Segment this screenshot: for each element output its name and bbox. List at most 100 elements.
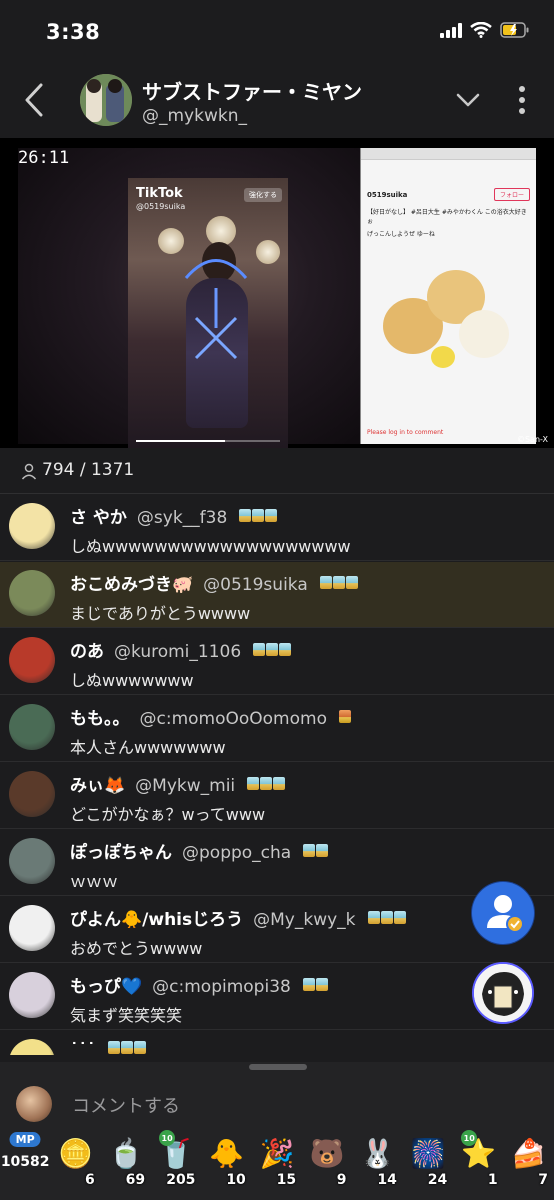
chevron-left-icon xyxy=(25,83,43,117)
gift-item[interactable]: 🍰 7 xyxy=(504,1124,554,1200)
status-bar: 3:38 xyxy=(0,0,554,64)
rank-token-icon xyxy=(380,911,393,924)
gift-item[interactable]: 🪙 6 xyxy=(50,1124,100,1200)
tiktok-follow: 強化する xyxy=(244,188,282,202)
follow-fab-button[interactable] xyxy=(472,882,534,944)
rabbit-icon: 🐰 xyxy=(360,1137,396,1170)
commenter-line: おこめみづき🐖 @0519suika xyxy=(70,570,359,595)
commenter-name[interactable]: のあ xyxy=(70,642,104,662)
browser-tabbar xyxy=(361,148,536,160)
comment-row[interactable]: さ やか @syk__f38 しぬwwwwwwwwwwwwwwwwwww xyxy=(0,495,554,561)
browser-user: 0519suika xyxy=(367,190,408,199)
back-button[interactable] xyxy=(14,78,54,122)
bonus-badge-icon: 10 xyxy=(159,1130,176,1146)
guest-avatar-button[interactable] xyxy=(472,962,534,1024)
commenter-line: ˙˙˙ xyxy=(70,1039,147,1055)
status-time: 3:38 xyxy=(46,20,101,44)
comment-row[interactable]: みぃ🦊 @Mykw_mii どこがかなぁ？wってwww xyxy=(0,763,554,829)
comment-list[interactable]: さ やか @syk__f38 しぬwwwwwwwwwwwwwwwwwww おこめみづき… xyxy=(0,495,554,1055)
commenter-avatar[interactable] xyxy=(9,838,55,884)
commenter-name[interactable]: ぴよん🐥/whisじろう xyxy=(70,910,243,930)
browser-content: 0519suika フォロー 【好日がなし】 #呂日大生 #みやかわくん この浴… xyxy=(361,160,536,242)
rank-token-icon xyxy=(133,1041,146,1054)
comment-input[interactable]: コメントする xyxy=(72,1092,180,1118)
browser-login-prompt: Please log in to comment xyxy=(367,429,444,436)
commenter-name[interactable]: みぃ🦊 xyxy=(70,776,125,796)
browser-sound: げっこんしようぜ ゆーね xyxy=(367,231,435,238)
gift-count: 10 xyxy=(226,1172,246,1188)
mp-counter[interactable]: MP 10582 xyxy=(0,1124,50,1200)
expand-button[interactable] xyxy=(452,84,484,116)
tiktok-video-frame: TikTok @0519suika 強化する xyxy=(128,178,288,448)
commenter-name[interactable]: おこめみづき🐖 xyxy=(70,575,193,595)
status-icons xyxy=(440,22,530,38)
commenter-name[interactable]: ˙˙˙ xyxy=(70,1040,96,1055)
comment-row[interactable]: もも。。 @c:momoOoOomomo 本人さんwwwwwww xyxy=(0,696,554,762)
commenter-line: もっぴ💙 @c:mopimopi38 xyxy=(70,972,329,997)
commenter-handle: @syk__f38 xyxy=(136,508,228,528)
battery-icon xyxy=(500,22,529,38)
gift-item[interactable]: 🎆 24 xyxy=(403,1124,453,1200)
rank-token-icon xyxy=(338,710,351,723)
commenter-name[interactable]: ぽっぽちゃん xyxy=(70,843,172,863)
gift-item[interactable]: 🐥 10 xyxy=(201,1124,251,1200)
commenter-name[interactable]: もも。。 xyxy=(70,709,130,729)
commenter-name[interactable]: もっぴ💙 xyxy=(70,977,142,997)
rank-token-icon xyxy=(332,576,345,589)
rank-token-icon xyxy=(315,978,328,991)
commenter-line: みぃ🦊 @Mykw_mii xyxy=(70,771,286,796)
rank-token-icon xyxy=(260,777,273,790)
commenter-handle: @My_kwy_k xyxy=(253,910,356,930)
gift-count: 24 xyxy=(427,1172,448,1188)
rank-badge xyxy=(253,641,292,661)
commenter-avatar[interactable] xyxy=(9,771,55,817)
rank-token-icon xyxy=(265,509,278,522)
comment-row[interactable]: のあ @kuromi_1106 しぬwwwwwww xyxy=(0,629,554,695)
party-popper-icon: 🎉 xyxy=(259,1137,295,1170)
chick-icon: 🐥 xyxy=(209,1137,245,1170)
commenter-avatar[interactable] xyxy=(9,637,55,683)
gift-item[interactable]: 🍵 69 xyxy=(101,1124,151,1200)
rank-token-icon xyxy=(273,777,286,790)
commenter-avatar[interactable] xyxy=(9,905,55,951)
comment-row[interactable]: ぴよん🐥/whisじろう @My_kwy_k おめでとうwwww xyxy=(0,897,554,963)
video-timestamp: 26:11 xyxy=(18,148,70,168)
gift-item[interactable]: 🐰 14 xyxy=(353,1124,403,1200)
browser-capture: 0519suika フォロー 【好日がなし】 #呂日大生 #みやかわくん この浴… xyxy=(360,148,536,444)
commenter-avatar[interactable] xyxy=(9,704,55,750)
mp-count: 10582 xyxy=(0,1154,50,1170)
comment-text: しぬwwwwwww xyxy=(70,671,194,690)
commenter-handle: @poppo_cha xyxy=(182,843,292,863)
rank-token-icon xyxy=(393,911,406,924)
wifi-icon xyxy=(470,22,492,38)
viewer-count: 794 / 1371 xyxy=(42,460,135,480)
commenter-avatar[interactable] xyxy=(9,503,55,549)
browser-follow: フォロー xyxy=(493,188,530,201)
comment-row[interactable]: もっぴ💙 @c:mopimopi38 気まず笑笑笑笑 xyxy=(0,964,554,1030)
comment-row[interactable]: ˙˙˙ xyxy=(0,1031,554,1055)
video-player[interactable]: TikTok @0519suika 強化する 26:11 0519suika フ… xyxy=(0,138,554,448)
gift-item[interactable]: ⭐ 10 1 xyxy=(453,1124,503,1200)
chick-sticker xyxy=(431,346,455,368)
commenter-avatar[interactable] xyxy=(9,1039,55,1055)
drag-handle[interactable] xyxy=(249,1064,307,1070)
tiktok-user: @0519suika xyxy=(136,202,186,211)
gift-item[interactable]: 🎉 15 xyxy=(252,1124,302,1200)
user-check-icon xyxy=(487,895,524,933)
more-menu-button[interactable] xyxy=(510,82,534,118)
rank-token-icon xyxy=(107,1041,120,1054)
broadcaster-avatar[interactable] xyxy=(80,74,132,126)
comment-row[interactable]: おこめみづき🐖 @0519suika まじでありがとうwwww xyxy=(0,562,554,628)
rank-badge xyxy=(247,775,286,795)
item-bar: MP 10582 🪙 6 🍵 69 🥤 10 205 🐥 10 🎉 15 🐻 9 🐰 14 🎆 24 ⭐ 10 1 🍰 7 xyxy=(0,1124,554,1200)
browser-caption: 【好日がなし】 #呂日大生 #みやかわくん この浴衣大好きぉ xyxy=(367,209,527,225)
commenter-line: もも。。 @c:momoOoOomomo xyxy=(70,704,352,729)
gift-count: 69 xyxy=(125,1172,146,1188)
gift-item[interactable]: 🥤 10 205 xyxy=(151,1124,201,1200)
commenter-avatar[interactable] xyxy=(9,972,55,1018)
comment-row[interactable]: ぽっぽちゃん @poppo_cha ｗｗｗ xyxy=(0,830,554,896)
comment-text: まじでありがとうwwww xyxy=(70,604,251,623)
commenter-avatar[interactable] xyxy=(9,570,55,616)
commenter-name[interactable]: さ やか xyxy=(70,508,127,528)
gift-item[interactable]: 🐻 9 xyxy=(302,1124,352,1200)
